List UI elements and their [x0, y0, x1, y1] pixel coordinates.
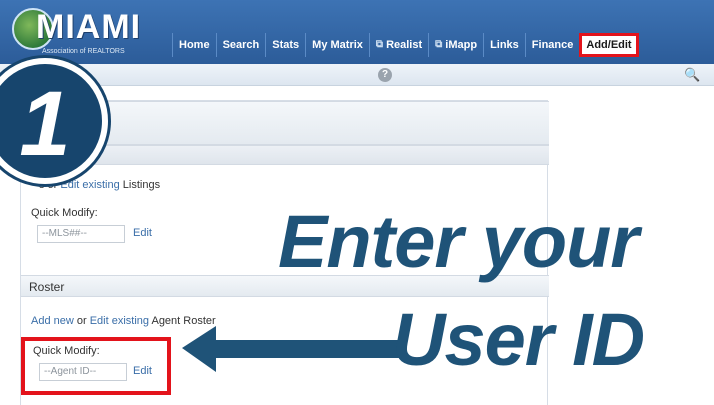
nav-realist[interactable]: ⧉ Realist: [368, 33, 428, 57]
nav-links[interactable]: Links: [483, 33, 525, 57]
add-new-roster-link[interactable]: Add new: [31, 315, 74, 327]
nav-finance[interactable]: Finance: [524, 33, 580, 57]
edit-existing-roster-link[interactable]: Edit existing: [90, 315, 149, 327]
quick-modify-label: Quick Modify:: [33, 345, 100, 357]
logo-wordmark: MIAMI: [36, 8, 142, 46]
top-header: MIAMI Association of REALTORS Home Searc…: [0, 0, 714, 64]
agent-edit-link[interactable]: Edit: [133, 365, 152, 377]
callout-line-1: Enter your: [278, 200, 639, 283]
miami-realtors-logo[interactable]: MIAMI Association of REALTORS: [12, 6, 172, 60]
nav-stats[interactable]: Stats: [265, 33, 305, 57]
roster-title: Roster: [29, 280, 65, 294]
step-badge: 1: [0, 58, 108, 184]
nav-my-matrix[interactable]: My Matrix: [305, 33, 369, 57]
logo-subtitle: Association of REALTORS: [42, 48, 125, 55]
nav-imapp[interactable]: ⧉ iMapp: [428, 33, 483, 57]
callout-line-2: User ID: [392, 298, 645, 381]
edit-existing-listings-link[interactable]: Edit existing: [60, 179, 119, 191]
step-number: 1: [19, 73, 71, 175]
nav-home[interactable]: Home: [172, 33, 216, 57]
quick-modify-label: Quick Modify:: [31, 207, 98, 219]
main-nav: Home Search Stats My Matrix ⧉ Realist ⧉ iM…: [172, 33, 639, 57]
agent-quick-modify-highlight: Quick Modify: --Agent ID-- Edit: [21, 337, 171, 395]
listing-quick-modify: Quick Modify: --MLS##-- Edit: [31, 207, 152, 255]
agent-id-input[interactable]: --Agent ID--: [39, 363, 127, 381]
search-icon[interactable]: 🔍: [684, 67, 700, 83]
nav-search[interactable]: Search: [215, 33, 266, 57]
search-bar: ? 🔍: [0, 64, 714, 86]
listing-edit-link[interactable]: Edit: [133, 227, 152, 239]
external-link-icon: ⧉: [375, 39, 384, 50]
external-link-icon: ⧉: [435, 39, 443, 50]
nav-add-edit[interactable]: Add/Edit: [579, 33, 639, 57]
arrow-left-icon: [182, 326, 402, 372]
mls-number-input[interactable]: --MLS##--: [37, 225, 125, 243]
help-icon[interactable]: ?: [378, 68, 392, 82]
